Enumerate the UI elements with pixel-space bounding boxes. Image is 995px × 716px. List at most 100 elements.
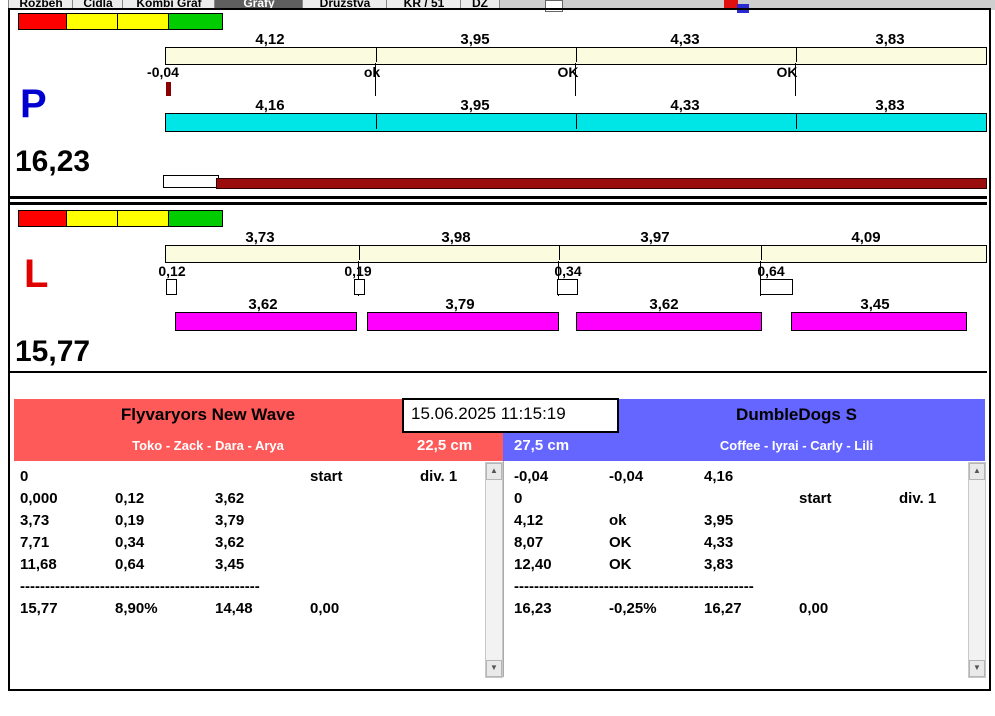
l-tick-label-3: 0,34	[554, 263, 582, 279]
table-cell: div. 1	[420, 468, 458, 485]
table-cell: 0,00	[799, 600, 829, 617]
p-speed-value-3: 4,33	[670, 97, 700, 114]
table-cell: OK	[609, 534, 632, 551]
p-split-value-3: 4,33	[670, 31, 700, 48]
team-right-name: DumbleDogs S	[736, 405, 857, 424]
bar-divider	[761, 246, 762, 260]
p-start-marker	[166, 82, 171, 96]
p-speed-value-4: 3,83	[875, 97, 905, 114]
l-gap-box-2	[354, 279, 365, 295]
timestamp: 15.06.2025 11:15:19	[402, 398, 619, 433]
l-speed-value-3: 3,62	[649, 296, 679, 313]
scroll-up-icon[interactable]: ▲	[486, 463, 502, 480]
table-cell: OK	[609, 556, 632, 573]
p-tick-label-3: OK	[557, 64, 579, 80]
table-cell: -0,25%	[609, 600, 657, 617]
l-gap-box-1	[166, 279, 177, 295]
p-diff-bar	[216, 178, 987, 189]
team-left-crew: Toko - Zack - Dara - Arya	[132, 438, 284, 453]
table-cell: 0	[20, 468, 29, 485]
legend-red-box	[18, 210, 67, 227]
legend-green-box	[169, 210, 223, 227]
table-cell: 12,40	[514, 556, 552, 573]
bar-divider	[576, 48, 577, 62]
bar-divider	[796, 48, 797, 62]
table-cell: 0,64	[115, 556, 145, 573]
lower-separator-line	[8, 371, 987, 373]
table-cell: 0	[514, 490, 523, 507]
table-cell: 3,73	[20, 512, 50, 529]
p-tick-label-1: -0,04	[147, 64, 179, 80]
table-cell: 14,48	[215, 600, 253, 617]
p-speed-value-2: 3,95	[460, 97, 490, 114]
panel-separator-line-2	[8, 202, 987, 205]
l-split-value-4: 4,09	[851, 229, 881, 246]
team-right-crew: Coffee - Iyrai - Carly - Lili	[719, 438, 874, 453]
bar-divider	[376, 114, 377, 129]
l-total-time: 15,77	[15, 335, 91, 368]
p-split-value-1: 4,12	[255, 31, 285, 48]
l-gap-box-4	[760, 279, 793, 295]
table-cell: 3,62	[215, 490, 245, 507]
l-speed-value-2: 3,79	[445, 296, 475, 313]
table-cell: 4,12	[514, 512, 544, 529]
table-cell: start	[310, 468, 343, 485]
scroll-up-icon[interactable]: ▲	[969, 463, 985, 480]
l-speed-value-1: 3,62	[248, 296, 278, 313]
l-split-value-3: 3,97	[640, 229, 670, 246]
l-gap-box-3	[557, 279, 578, 295]
l-panel-label: L	[24, 252, 49, 296]
table-cell: 8,07	[514, 534, 544, 551]
l-speed-bar-segment-4	[791, 312, 967, 331]
l-split-bar	[165, 245, 987, 263]
table-cell: 4,33	[704, 534, 734, 551]
p-total-time: 16,23	[15, 145, 91, 178]
table-cell: 7,71	[20, 534, 50, 551]
table-cell: 0,00	[310, 600, 340, 617]
table-cell: 3,45	[215, 556, 245, 573]
table-cell: 3,83	[704, 556, 734, 573]
p-tick-label-2: ok	[363, 64, 381, 80]
table-separator: ----------------------------------------…	[514, 578, 754, 595]
table-cell: 0,34	[115, 534, 145, 551]
table-cell: 3,62	[215, 534, 245, 551]
p-split-bar	[165, 47, 987, 65]
l-speed-value-4: 3,45	[860, 296, 890, 313]
table-cell: 11,68	[20, 556, 57, 573]
legend-p	[18, 13, 223, 30]
table-cell: 15,77	[20, 600, 58, 617]
table-cell: 16,23	[514, 600, 552, 617]
scroll-down-icon[interactable]: ▼	[969, 660, 985, 677]
table-cell: -0,04	[514, 468, 549, 485]
bar-divider	[796, 114, 797, 129]
l-tick-label-4: 0,64	[757, 263, 785, 279]
red-indicator-icon	[724, 0, 738, 8]
legend-yellow-box-2	[118, 210, 169, 227]
l-speed-bar-segment-1	[175, 312, 357, 331]
bar-divider	[559, 246, 560, 260]
p-split-value-2: 3,95	[460, 31, 490, 48]
table-separator: ----------------------------------------…	[20, 578, 260, 595]
team-left-size: 22,5 cm	[417, 437, 473, 454]
table-cell: 16,27	[704, 600, 742, 617]
p-split-value-4: 3,83	[875, 31, 905, 48]
legend-yellow-box-2	[118, 13, 169, 30]
table-cell: start	[799, 490, 832, 507]
right-results-scrollbar[interactable]: ▲ ▼	[968, 462, 986, 678]
results-divider	[503, 461, 504, 677]
legend-l	[18, 210, 223, 227]
p-offset-box	[163, 175, 219, 188]
bar-divider	[576, 114, 577, 129]
table-cell: 4,16	[704, 468, 734, 485]
p-tick-label-4: OK	[776, 64, 798, 80]
table-cell: 3,79	[215, 512, 245, 529]
table-cell: -0,04	[609, 468, 644, 485]
l-tick-label-2: 0,19	[344, 263, 372, 279]
scroll-down-icon[interactable]: ▼	[486, 660, 502, 677]
table-cell: 3,95	[704, 512, 734, 529]
l-speed-bar-segment-3	[576, 312, 762, 331]
left-results-scrollbar[interactable]: ▲ ▼	[485, 462, 503, 678]
team-left-name: Flyvaryors New Wave	[120, 405, 296, 424]
table-cell: div. 1	[899, 490, 937, 507]
legend-green-box	[169, 13, 223, 30]
